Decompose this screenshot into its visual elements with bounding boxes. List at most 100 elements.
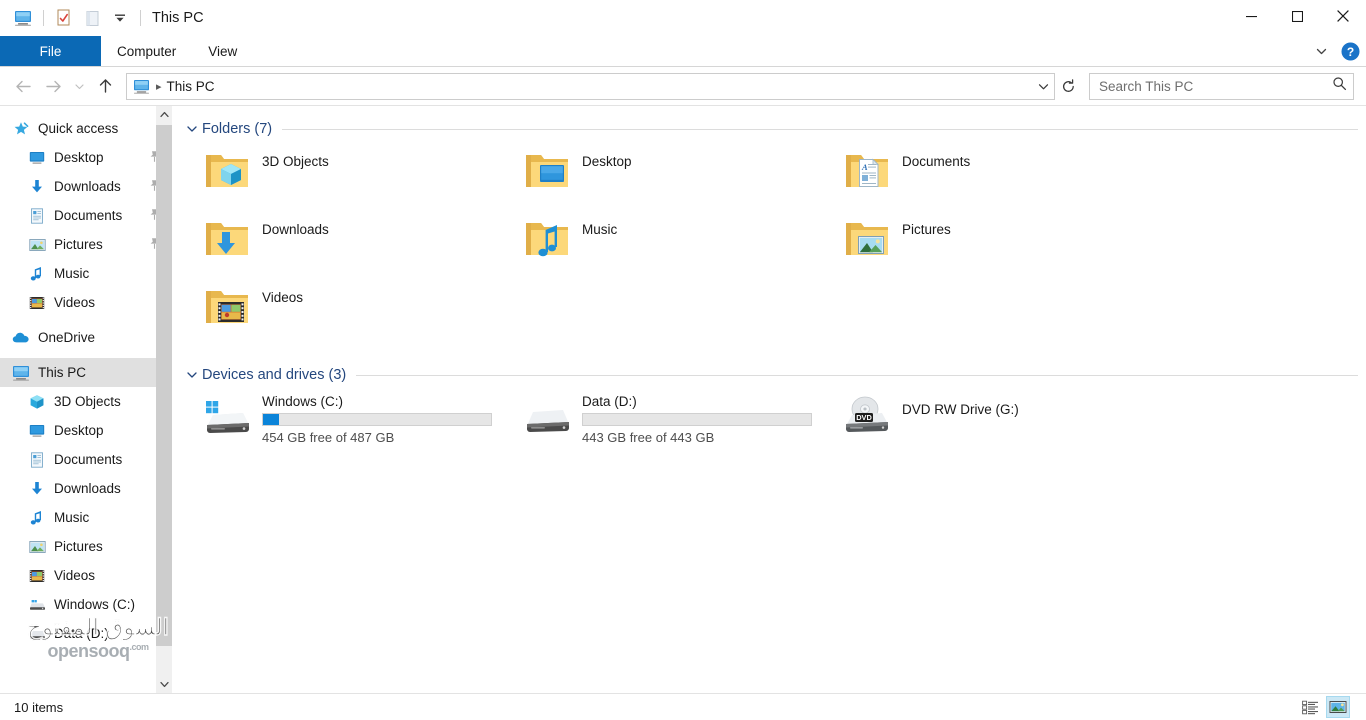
chevron-down-icon[interactable] [184, 369, 200, 381]
sidebar-item-pc-documents[interactable]: Documents [0, 445, 172, 474]
folder-item-videos[interactable]: Videos [188, 280, 508, 348]
folder-item-pictures[interactable]: Pictures [828, 212, 1148, 280]
sidebar-item-qa-videos[interactable]: Videos [0, 288, 172, 317]
navigation-pane: Quick access Desktop Downloads Documents… [0, 106, 172, 693]
folder-desktop-icon [522, 146, 572, 196]
sidebar-item-qa-pictures[interactable]: Pictures [0, 230, 172, 259]
tab-view[interactable]: View [192, 36, 253, 66]
tab-file[interactable]: File [0, 36, 101, 66]
forward-button[interactable] [38, 72, 68, 100]
sidebar-item-qa-documents[interactable]: Documents [0, 201, 172, 230]
scrollbar-thumb[interactable] [156, 125, 172, 646]
this-pc-icon [12, 364, 30, 382]
chevron-down-icon[interactable] [1310, 40, 1332, 62]
previous-locations-chevron-icon[interactable] [1032, 74, 1054, 99]
sidebar-item-qa-music[interactable]: Music [0, 259, 172, 288]
sidebar-item-this-pc[interactable]: This PC [0, 358, 172, 387]
breadcrumb-current-path[interactable]: This PC [167, 79, 215, 94]
tab-computer[interactable]: Computer [101, 36, 192, 66]
desktop-icon [28, 422, 46, 440]
music-icon [28, 265, 46, 283]
drives-group-header[interactable]: Devices and drives (3) [184, 362, 1366, 388]
drive-label: Windows (C:) [262, 394, 344, 409]
qat-separator-2 [140, 10, 141, 26]
sidebar-item-label: Desktop [54, 423, 104, 438]
chevron-down-icon[interactable] [184, 123, 200, 135]
help-icon[interactable]: ? [1340, 41, 1360, 61]
breadcrumb-this-pc-icon[interactable] [133, 79, 150, 94]
folders-group-title: Folders (7) [202, 121, 273, 137]
sidebar-item-onedrive[interactable]: OneDrive [0, 323, 172, 352]
folder-downloads-icon [202, 214, 252, 264]
sidebar-item-qa-desktop[interactable]: Desktop [0, 143, 172, 172]
close-button[interactable] [1320, 0, 1366, 32]
maximize-button[interactable] [1274, 0, 1320, 32]
sidebar-item-label: Quick access [38, 121, 119, 136]
drive-item-windows-c[interactable]: Windows (C:) 454 GB free of 487 GB [188, 390, 508, 462]
folder-videos-icon [202, 282, 252, 332]
sidebar-item-label: Data (D:) [54, 626, 109, 641]
sidebar-item-qa-downloads[interactable]: Downloads [0, 172, 172, 201]
windows-drive-icon [202, 392, 252, 442]
sidebar-item-pc-music[interactable]: Music [0, 503, 172, 532]
svg-text:DVD: DVD [856, 413, 872, 422]
sidebar-item-pc-windows-c[interactable]: Windows (C:) [0, 590, 172, 619]
videos-icon [28, 567, 46, 585]
details-view-button[interactable] [1298, 696, 1322, 718]
customize-dropdown-icon[interactable] [107, 6, 133, 30]
sidebar-item-label: Music [54, 510, 90, 525]
drive-icon [28, 596, 46, 614]
sidebar-scrollbar[interactable] [156, 106, 172, 693]
sidebar-item-quick-access[interactable]: Quick access [0, 114, 172, 143]
drive-item-dvd-g[interactable]: DVD DVD RW Drive (G:) [828, 390, 1148, 462]
minimize-button[interactable] [1228, 0, 1274, 32]
scroll-up-icon[interactable] [156, 106, 172, 123]
sidebar-item-pc-3d-objects[interactable]: 3D Objects [0, 387, 172, 416]
recent-locations-icon[interactable] [68, 72, 90, 100]
search-icon[interactable] [1332, 76, 1347, 96]
drive-label: Data (D:) [582, 394, 637, 409]
refresh-button[interactable] [1055, 74, 1081, 99]
drives-tile-list: Windows (C:) 454 GB free of 487 GB Data … [184, 390, 1366, 462]
breadcrumb-separator-icon[interactable]: ▸ [156, 80, 162, 93]
drive-icon [28, 625, 46, 643]
sidebar-item-pc-videos[interactable]: Videos [0, 561, 172, 590]
sidebar-item-label: Documents [54, 208, 123, 223]
drive-item-data-d[interactable]: Data (D:) 443 GB free of 443 GB [508, 390, 828, 462]
sidebar-item-label: This PC [38, 365, 87, 380]
folder-item-downloads[interactable]: Downloads [188, 212, 508, 280]
up-button[interactable] [90, 72, 120, 100]
drive-label: DVD RW Drive (G:) [902, 402, 1019, 417]
sidebar-item-pc-downloads[interactable]: Downloads [0, 474, 172, 503]
videos-icon [28, 294, 46, 312]
sidebar-item-pc-data-d[interactable]: Data (D:) [0, 619, 172, 648]
group-divider [356, 374, 1358, 376]
back-button[interactable] [8, 72, 38, 100]
pictures-icon [28, 538, 46, 556]
drive-free-space: 454 GB free of 487 GB [262, 430, 395, 445]
folder-item-desktop[interactable]: Desktop [508, 144, 828, 212]
drives-group-title: Devices and drives (3) [202, 367, 347, 383]
downloads-icon [28, 480, 46, 498]
group-divider [282, 128, 1358, 130]
sidebar-item-pc-desktop[interactable]: Desktop [0, 416, 172, 445]
window-title: This PC [152, 10, 204, 26]
sidebar-item-pc-pictures[interactable]: Pictures [0, 532, 172, 561]
folder-item-music[interactable]: Music [508, 212, 828, 280]
properties-icon[interactable] [51, 6, 77, 30]
new-folder-icon[interactable] [79, 6, 105, 30]
folder-item-documents[interactable]: A Documents [828, 144, 1148, 212]
folder-item-3d-objects[interactable]: 3D Objects [188, 144, 508, 212]
scrollbar-track[interactable] [156, 123, 172, 676]
folders-group-header[interactable]: Folders (7) [184, 116, 1366, 142]
cloud-icon [12, 329, 30, 347]
breadcrumb[interactable]: ▸ This PC [126, 72, 1055, 100]
large-icons-view-button[interactable] [1326, 696, 1350, 718]
drive-usage-bar [262, 413, 492, 426]
file-list-pane[interactable]: Folders (7) 3D Objects Desktop A Documen… [172, 106, 1366, 693]
search-input[interactable]: Search This PC [1089, 72, 1354, 100]
sidebar-item-label: Videos [54, 295, 96, 310]
scroll-down-icon[interactable] [156, 676, 172, 693]
sidebar-item-label: Videos [54, 568, 96, 583]
this-pc-icon[interactable] [10, 6, 36, 30]
